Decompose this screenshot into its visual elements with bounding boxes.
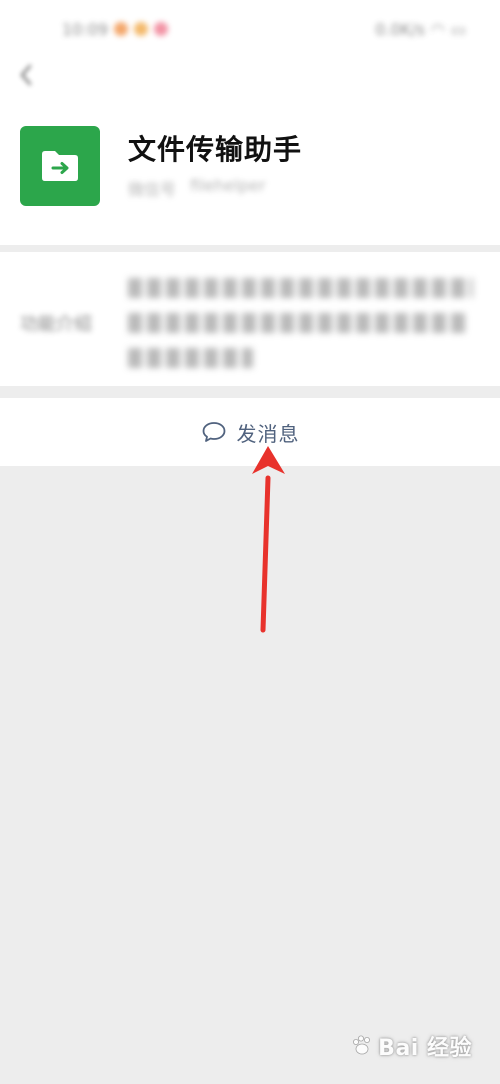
intro-text-line [128, 313, 466, 333]
intro-text-line [128, 348, 253, 368]
intro-text [128, 278, 473, 383]
baidu-jingyan-watermark: Bai 经验 [350, 1030, 472, 1062]
intro-text-line [128, 278, 473, 298]
annotation-arrow-shaft [260, 475, 271, 633]
status-time: 10:09 [62, 19, 109, 39]
send-message-label: 发消息 [236, 421, 300, 446]
battery-icon: ▭ [450, 19, 466, 39]
send-message-button[interactable]: 发消息 [0, 398, 500, 466]
status-right: 0.0K/s ◠ ▭ [375, 18, 466, 40]
contact-id-value: filehelper [190, 176, 266, 195]
status-left: 10:09 [62, 18, 169, 40]
paw-icon [353, 1035, 371, 1055]
heart-icon [154, 22, 169, 36]
chat-bubble-icon [202, 422, 225, 442]
contact-id: 微信号 filehelper [128, 176, 265, 200]
profile-header: 10:09 0.0K/s ◠ ▭ 文件传输助手 微信号 filehelper [0, 0, 500, 245]
folder-arrow-icon [42, 151, 78, 181]
intro-label: 功能介绍 [20, 314, 92, 335]
network-speed: 0.0K/s [375, 19, 425, 39]
contact-name: 文件传输助手 [128, 133, 303, 166]
wifi-icon: ◠ [430, 19, 445, 39]
contact-id-label: 微信号 [128, 180, 177, 199]
intro-card: 功能介绍 [0, 252, 500, 386]
contact-profile-screen: 10:09 0.0K/s ◠ ▭ 文件传输助手 微信号 filehelper 功… [0, 0, 500, 1084]
avatar[interactable] [20, 126, 100, 206]
notification-icon [134, 22, 149, 36]
back-button[interactable] [12, 60, 40, 90]
notification-icon [114, 22, 129, 36]
status-bar: 10:09 0.0K/s ◠ ▭ [0, 0, 500, 60]
chevron-left-icon [20, 64, 32, 86]
watermark-text: Bai 经验 [378, 1036, 472, 1061]
